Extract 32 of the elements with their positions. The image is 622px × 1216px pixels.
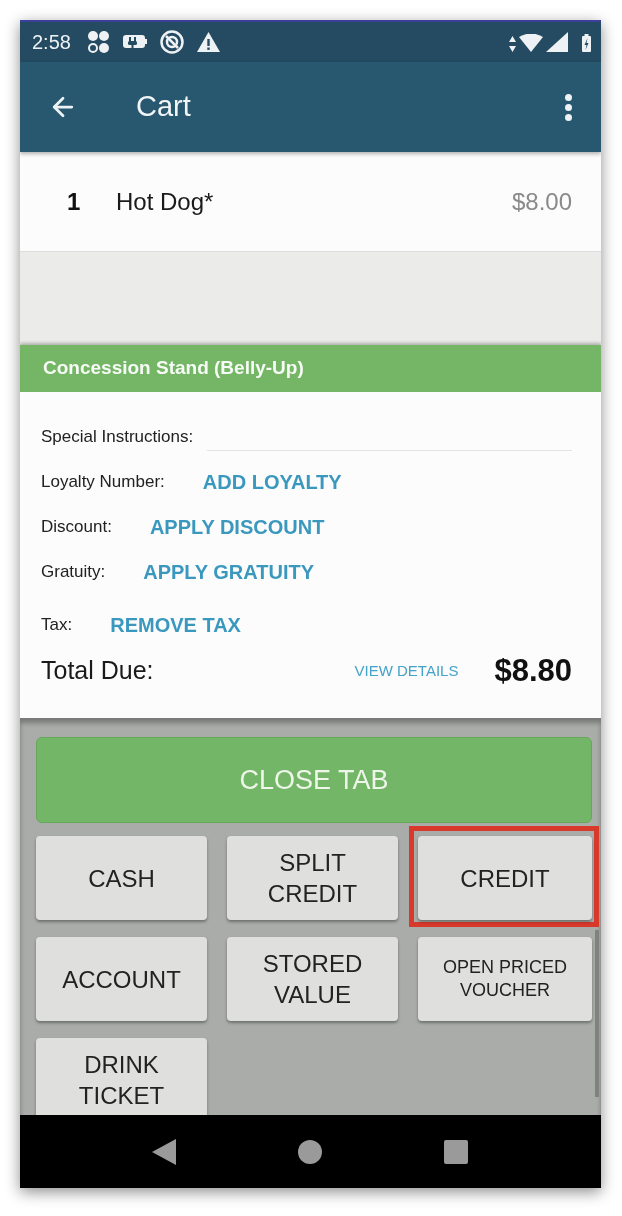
field-label: Tax: <box>41 613 73 636</box>
field-label: Loyalty Number: <box>41 470 165 493</box>
battery-icon <box>582 34 591 52</box>
signal-icon <box>546 32 568 52</box>
payment-button[interactable]: STORED VALUE <box>227 937 398 1021</box>
payment-button[interactable]: SPLIT CREDIT <box>227 836 398 920</box>
payment-button[interactable]: ACCOUNT <box>36 937 207 1021</box>
field-label: Discount: <box>41 515 112 538</box>
field-label: Special Instructions: <box>41 425 194 448</box>
item-quantity: 1 <box>67 186 82 217</box>
home-circle-icon <box>298 1139 322 1164</box>
item-name: Hot Dog* <box>116 186 214 217</box>
circle-slash-icon <box>159 30 184 54</box>
total-label: Total Due: <box>41 655 154 687</box>
warning-icon <box>196 32 220 52</box>
field-label: Gratuity: <box>41 560 106 583</box>
status-time: 2:58 <box>32 30 71 55</box>
item-price: $8.00 <box>511 186 572 217</box>
back-triangle-icon <box>152 1138 176 1165</box>
payment-button[interactable]: DRINK TICKET <box>36 1038 207 1115</box>
recents-square-icon <box>444 1139 468 1164</box>
data-arrows-icon <box>509 36 516 52</box>
payment-button[interactable]: OPEN PRICED VOUCHER <box>418 937 592 1021</box>
wifi-icon <box>519 34 543 52</box>
more-options-icon <box>564 93 572 121</box>
payment-button[interactable]: CASH <box>36 836 207 920</box>
four-petal-icon <box>86 30 110 54</box>
app-bar-title: Cart <box>136 89 191 125</box>
payment-button[interactable]: CREDIT <box>418 836 592 920</box>
cart-item-row[interactable]: 1 Hot Dog* $8.00 <box>20 152 601 252</box>
stand-name: Concession Stand (Belly-Up) <box>43 356 304 381</box>
total-amount: $8.80 <box>494 651 572 690</box>
